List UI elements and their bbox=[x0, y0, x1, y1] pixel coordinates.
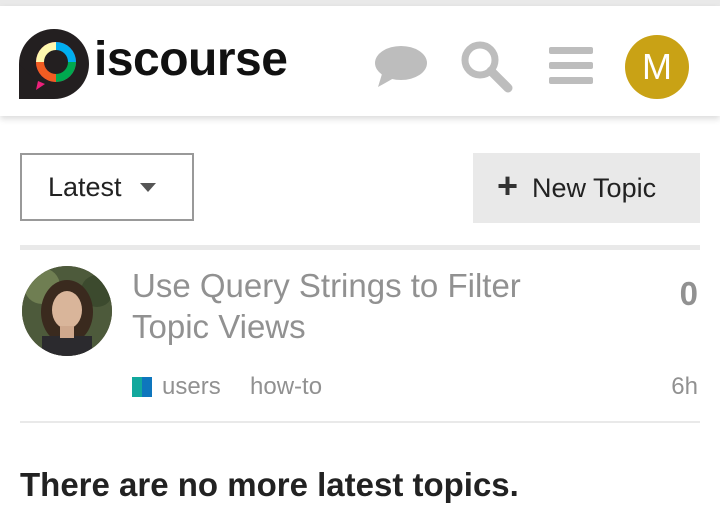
discourse-logo[interactable]: iscourse bbox=[18, 26, 288, 99]
search-icon[interactable] bbox=[458, 36, 514, 96]
reply-count[interactable]: 0 bbox=[680, 275, 698, 313]
new-topic-label: New Topic bbox=[532, 172, 657, 203]
tag-link[interactable]: how-to bbox=[250, 373, 322, 401]
plus-icon: + bbox=[497, 165, 519, 206]
topic-author-avatar[interactable] bbox=[22, 266, 112, 356]
no-more-topics-message: There are no more latest topics. bbox=[20, 466, 519, 503]
chat-icon[interactable] bbox=[373, 36, 429, 96]
discourse-logo-icon bbox=[19, 29, 89, 99]
topic-title-link[interactable]: Use Query Strings to Filter Topic Views bbox=[132, 265, 602, 347]
caret-down-icon bbox=[139, 182, 156, 192]
latest-dropdown[interactable]: Latest bbox=[20, 153, 194, 221]
topic-age[interactable]: 6h bbox=[671, 373, 698, 401]
topic-divider bbox=[20, 421, 700, 423]
category-badge[interactable]: users bbox=[132, 373, 221, 401]
category-label: users bbox=[162, 373, 221, 400]
hamburger-menu-icon[interactable] bbox=[543, 36, 599, 96]
avatar-initial: M bbox=[642, 46, 672, 87]
latest-label: Latest bbox=[48, 171, 122, 202]
user-avatar[interactable]: M bbox=[625, 35, 689, 99]
category-color-square bbox=[132, 377, 152, 397]
logo-text: iscourse bbox=[94, 33, 288, 86]
list-header-divider bbox=[20, 245, 700, 250]
new-topic-button[interactable]: + New Topic bbox=[473, 153, 700, 223]
site-header: iscourse M bbox=[0, 6, 720, 116]
